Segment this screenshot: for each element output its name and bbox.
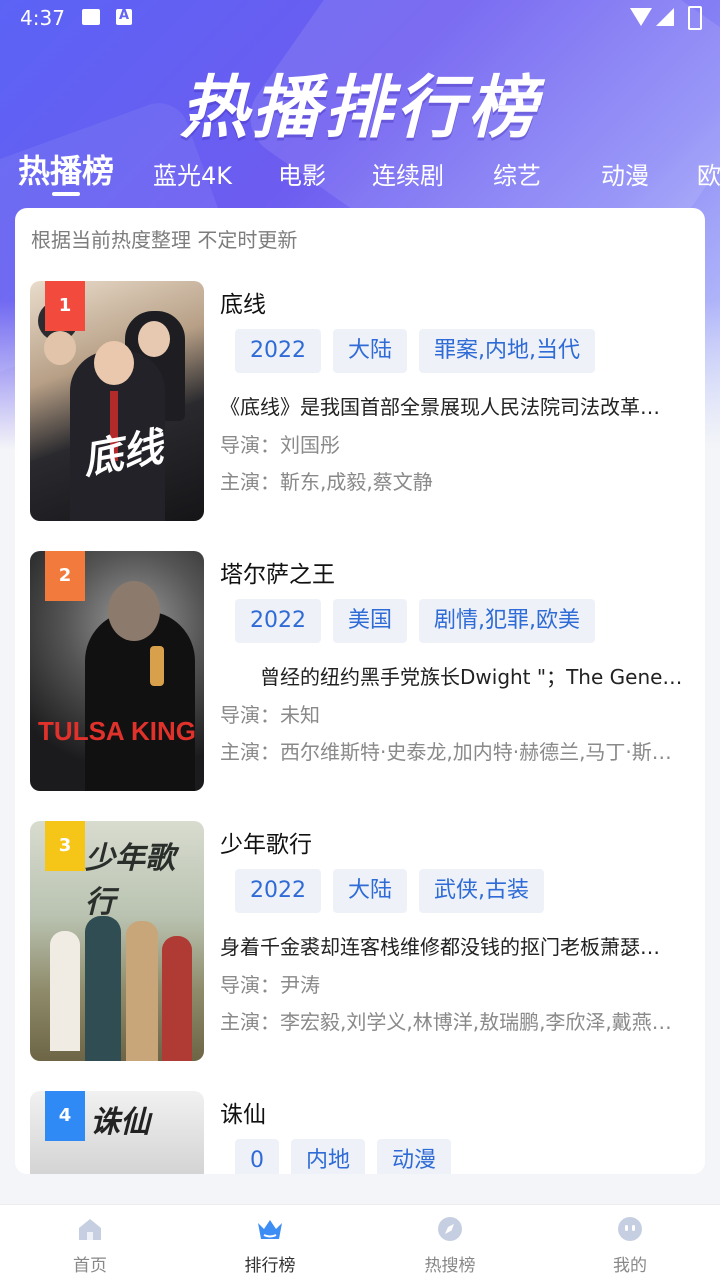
item-description: 《底线》是我国首部全景展现人民法院司法改革… [220,395,660,419]
item-director: 导演：未知 [220,703,320,727]
status-bar: 4:37 [0,0,720,36]
home-icon [79,1219,101,1240]
poster-title-art: 少年歌行 [85,841,175,920]
rank-number: 3 [58,835,72,856]
tag-list: 2022 大陆 罪案,内地,当代 [235,329,607,373]
item-actors: 主演：西尔维斯特·史泰龙,加内特·赫德兰,马丁·斯… [220,740,672,764]
tag-list: 2022 美国 剧情,犯罪,欧美 [235,599,607,643]
nav-home[interactable]: 首页 [30,1205,150,1281]
tab-western[interactable]: 欧 [697,156,720,191]
poster-image[interactable]: TULSA KING 2 [30,551,204,791]
battery-icon [688,6,702,30]
tab-anime[interactable]: 动漫 [601,156,649,191]
page-title: 热播排行榜 [179,69,540,148]
profile-icon [618,1217,642,1241]
ranking-item[interactable]: 底线 1 底线 2022 大陆 罪案,内地,当代 《底线》是我国首部全景展现人民法院… [15,281,705,521]
category-tabs: 热播榜 蓝光4K 电影 连续剧 综艺 动漫 欧 [0,140,720,200]
signal-icon [656,8,674,26]
item-title[interactable]: 诛仙 [220,1095,266,1129]
tag-year[interactable]: 2022 [235,599,321,643]
nav-hot-search[interactable]: 热搜榜 [390,1205,510,1281]
tag-year[interactable]: 0 [235,1139,279,1174]
crown-icon [258,1220,282,1239]
tab-active-indicator [52,192,80,196]
poster-title-art: TULSA KING [38,716,196,746]
item-title[interactable]: 塔尔萨之王 [220,555,335,589]
rank-badge: 4 [45,1091,85,1141]
rank-badge: 1 [45,281,85,331]
image-notification-icon [82,9,100,25]
tag-region[interactable]: 美国 [333,599,408,643]
nav-ranking[interactable]: 排行榜 [210,1205,330,1281]
nav-profile-label: 我的 [613,1256,647,1276]
item-director: 导演：刘国彤 [220,433,340,457]
poster-image[interactable]: 诛仙 4 [30,1091,204,1174]
tag-year[interactable]: 2022 [235,869,321,913]
item-actors: 主演：靳东,成毅,蔡文静 [220,470,433,494]
tab-variety[interactable]: 综艺 [493,156,541,191]
nav-ranking-label: 排行榜 [244,1256,296,1276]
tag-region[interactable]: 大陆 [333,869,408,913]
tag-genre[interactable]: 武侠,古装 [419,869,545,913]
rank-number: 1 [58,295,72,316]
rank-badge: 3 [45,821,85,871]
rank-number: 2 [58,565,72,586]
item-director: 导演：尹涛 [220,973,320,997]
app-notification-icon [116,8,132,25]
item-description: 身着千金裘却连客栈维修都没钱的抠门老板萧瑟… [220,935,660,959]
rank-number: 4 [58,1105,72,1126]
nav-home-label: 首页 [73,1256,107,1276]
item-title[interactable]: 少年歌行 [220,825,312,859]
item-actors: 主演：李宏毅,刘学义,林博洋,敖瑞鹏,李欣泽,戴燕… [220,1010,672,1034]
rank-badge: 2 [45,551,85,601]
nav-hot-search-label: 热搜榜 [424,1256,476,1276]
nav-profile[interactable]: 我的 [570,1205,690,1281]
item-title[interactable]: 底线 [220,285,266,319]
tag-list: 0 内地 动漫 [235,1139,463,1174]
bottom-navigation: 首页 排行榜 热搜榜 我的 [0,1204,720,1281]
tag-genre[interactable]: 罪案,内地,当代 [419,329,596,373]
wifi-icon [630,8,652,26]
poster-image[interactable]: 少年歌行 3 [30,821,204,1061]
tag-genre[interactable]: 剧情,犯罪,欧美 [419,599,596,643]
ranking-card: 根据当前热度整理 不定时更新 底线 1 底线 2022 大陆 罪案,内地,当代 《底… [15,208,705,1174]
tab-hot[interactable]: 热播榜 [18,146,114,192]
ranking-item[interactable]: TULSA KING 2 塔尔萨之王 2022 美国 剧情,犯罪,欧美 曾经的纽约黑… [15,551,705,791]
item-description: 曾经的纽约黑手党族长Dwight "；The Gener… [220,665,690,689]
tab-series[interactable]: 连续剧 [372,156,444,191]
tag-list: 2022 大陆 武侠,古装 [235,869,556,913]
tag-region[interactable]: 内地 [291,1139,366,1174]
ranking-item[interactable]: 少年歌行 3 少年歌行 2022 大陆 武侠,古装 身着千金裘却连客栈维修都没钱的抠… [15,821,705,1061]
compass-icon [438,1217,462,1241]
tab-movies[interactable]: 电影 [278,156,326,191]
ranking-item[interactable]: 诛仙 4 诛仙 0 内地 动漫 [15,1091,705,1174]
tag-genre[interactable]: 动漫 [377,1139,452,1174]
status-time: 4:37 [20,6,65,30]
poster-image[interactable]: 底线 1 [30,281,204,521]
tag-region[interactable]: 大陆 [333,329,408,373]
ranking-subtitle: 根据当前热度整理 不定时更新 [31,228,298,252]
poster-title-art: 诛仙 [90,1105,150,1140]
tab-bluray-4k[interactable]: 蓝光4K [153,156,232,191]
tag-year[interactable]: 2022 [235,329,321,373]
